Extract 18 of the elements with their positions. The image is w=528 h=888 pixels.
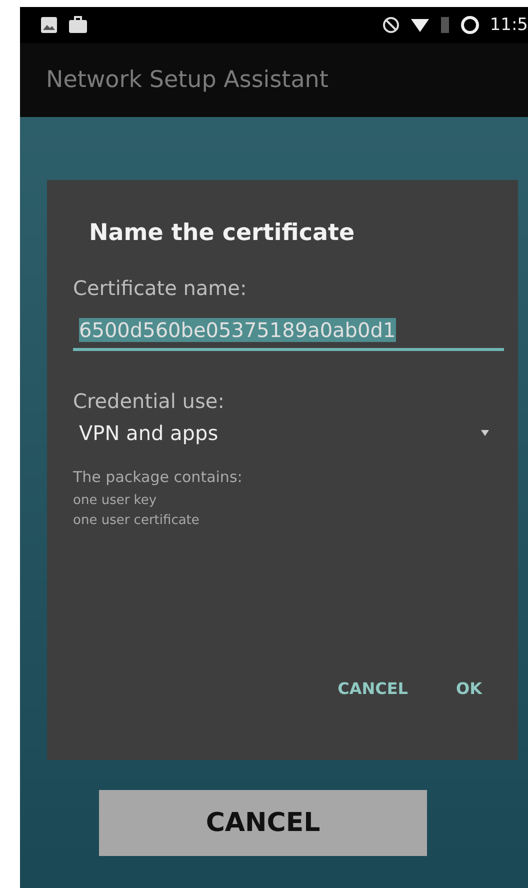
blocked-icon [382, 16, 400, 34]
credential-use-dropdown[interactable]: VPN and apps [73, 413, 504, 445]
field-label: Credential use: [73, 389, 226, 413]
dropdown-icon [480, 429, 490, 437]
package-text: The package contains: [73, 467, 244, 487]
app-title: Network Setup Assistant [46, 67, 328, 93]
package-text: one user key [73, 492, 158, 510]
cancel-button[interactable]: CANCEL [99, 790, 427, 856]
image-icon [40, 16, 58, 34]
status-time: 11:5 [490, 15, 528, 35]
circle-icon [460, 15, 480, 35]
field-label: Certificate name: [73, 276, 248, 300]
dialog-button[interactable]: OK [452, 675, 486, 702]
wifi-icon [410, 17, 430, 33]
package-text: one user certificate [73, 512, 200, 530]
briefcase-icon [68, 16, 88, 34]
dialog-title: Name the certificate [88, 220, 356, 246]
dialog-button[interactable]: CANCEL [334, 675, 412, 702]
